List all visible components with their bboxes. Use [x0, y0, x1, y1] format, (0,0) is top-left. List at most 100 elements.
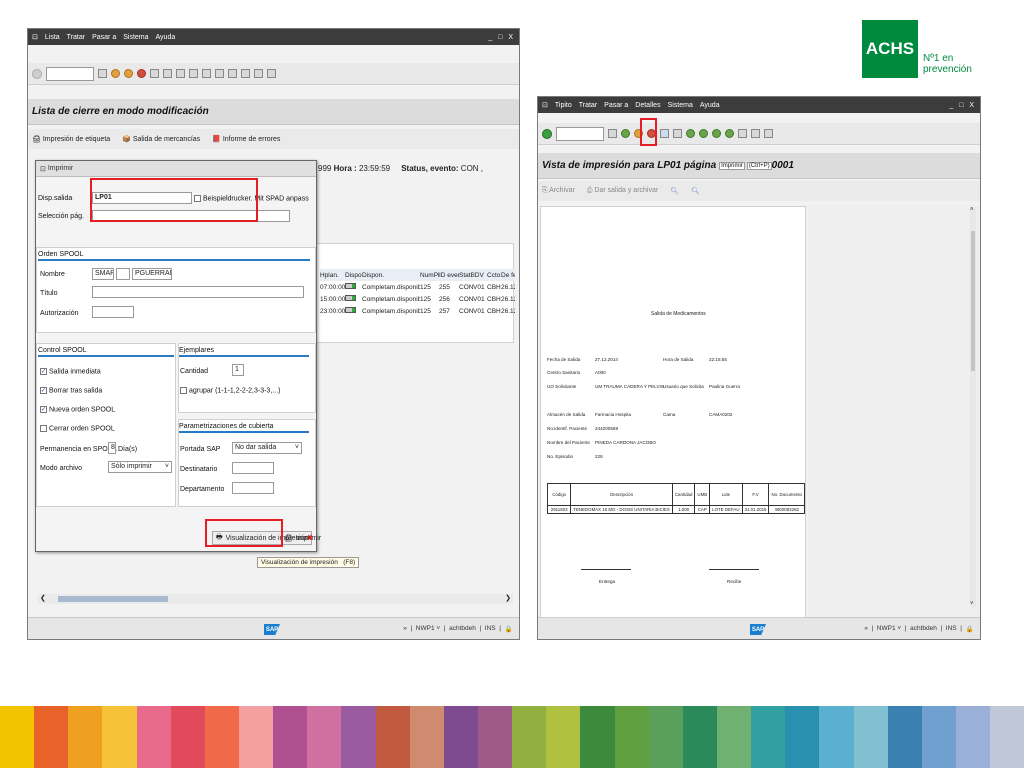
- table-row[interactable]: 07:00:00 Completam.disponible 125 255 CO…: [320, 281, 515, 293]
- help-icon[interactable]: [267, 69, 276, 78]
- zoom-out-icon[interactable]: 🔍︎: [691, 187, 700, 195]
- scroll-right-arrow[interactable]: ❯: [505, 594, 511, 602]
- vertical-scrollbar[interactable]: ˄ ˅: [970, 207, 976, 607]
- delete-after-output-checkbox[interactable]: ✓ Borrar tras salida: [40, 387, 102, 394]
- first-page-icon[interactable]: [686, 129, 695, 138]
- command-field[interactable]: [46, 66, 94, 81]
- save-icon[interactable]: [98, 69, 107, 78]
- color-stripe: [34, 706, 69, 768]
- lock-icon[interactable]: 🔒: [505, 625, 513, 633]
- quantity-label: Cantidad: [180, 368, 209, 375]
- help-icon[interactable]: [764, 129, 773, 138]
- scroll-left-arrow[interactable]: ❮: [40, 594, 46, 602]
- enter-icon[interactable]: [542, 128, 552, 139]
- chevron-down-icon[interactable]: ˅: [295, 443, 299, 453]
- scroll-thumb[interactable]: [971, 231, 975, 371]
- find-next-icon[interactable]: [176, 69, 185, 78]
- preview-side-area: [808, 205, 980, 617]
- first-page-icon[interactable]: [189, 69, 198, 78]
- chevron-down-icon[interactable]: ˅: [165, 462, 169, 472]
- command-field[interactable]: [556, 126, 604, 141]
- table-row[interactable]: 15:00:00 Completam.disponible 125 256 CO…: [320, 293, 515, 305]
- checkbox-checked[interactable]: ✓: [40, 406, 47, 413]
- menu-lista[interactable]: Lista: [45, 34, 60, 41]
- cell-id-even: 257: [439, 307, 450, 315]
- print-icon[interactable]: [150, 69, 159, 78]
- window-controls[interactable]: _ □ X: [488, 34, 515, 41]
- save-icon[interactable]: [608, 129, 617, 138]
- horizontal-scrollbar[interactable]: ❮ ❯: [38, 594, 513, 604]
- checkbox-checked[interactable]: ✓: [40, 387, 47, 394]
- new-session-icon[interactable]: [241, 69, 250, 78]
- menu-tratar[interactable]: Tratar: [67, 34, 85, 41]
- zoom-in-icon[interactable]: 🔍︎: [670, 187, 679, 195]
- name-field-1[interactable]: SMART: [92, 268, 114, 280]
- scroll-down-arrow[interactable]: ˅: [970, 601, 974, 607]
- menu-sistema[interactable]: Sistema: [123, 34, 148, 41]
- lock-icon[interactable]: 🔒: [966, 625, 974, 633]
- menu-tipito[interactable]: Tipito: [555, 102, 572, 109]
- last-page-icon[interactable]: [725, 129, 734, 138]
- scroll-thumb[interactable]: [58, 596, 168, 602]
- scroll-up-arrow[interactable]: ˄: [970, 207, 974, 213]
- shortcut-icon[interactable]: [751, 129, 760, 138]
- goods-issue-button[interactable]: 📦 Salida de mercancías: [122, 135, 200, 143]
- table-row[interactable]: 23:00:00 Completam.disponible 125 257 CO…: [320, 305, 515, 317]
- department-field[interactable]: [232, 482, 274, 494]
- exit-icon[interactable]: [124, 69, 133, 78]
- color-stripe: [580, 706, 615, 768]
- prev-page-icon[interactable]: [699, 129, 708, 138]
- label-print-button[interactable]: 🖨 Impresión de etiqueta: [32, 135, 110, 143]
- immediate-output-checkbox[interactable]: ✓ Salida inmediata: [40, 368, 101, 375]
- recipient-field[interactable]: [232, 462, 274, 474]
- menu-pasar-a[interactable]: Pasar a: [92, 34, 116, 41]
- status-bar-text: » | NWP1 ˅ | achtbdeh | INS |: [403, 625, 501, 632]
- title-label: Título: [40, 290, 58, 297]
- checkbox-unchecked[interactable]: [40, 425, 47, 432]
- find-icon[interactable]: [673, 129, 682, 138]
- menu-pasar-a[interactable]: Pasar a: [604, 102, 628, 109]
- checkbox-unchecked[interactable]: [180, 387, 187, 394]
- color-stripe: [682, 706, 717, 768]
- sap-cover-select[interactable]: No dar salida ˅: [232, 442, 302, 454]
- print-button[interactable]: 🖨 Imprimir: [281, 531, 324, 545]
- cell-hplan: 07:00:00: [320, 283, 345, 291]
- authorization-field[interactable]: [92, 306, 134, 318]
- next-page-icon[interactable]: [712, 129, 721, 138]
- menu-tratar[interactable]: Tratar: [579, 102, 597, 109]
- menu-detalles[interactable]: Detalles: [635, 102, 660, 109]
- menu-ayuda[interactable]: Ayuda: [156, 34, 176, 41]
- output-archive-button[interactable]: ⎙ Dar salida y archivar: [587, 187, 658, 195]
- find-icon[interactable]: [163, 69, 172, 78]
- shortcut-icon[interactable]: [254, 69, 263, 78]
- next-page-icon[interactable]: [215, 69, 224, 78]
- cancel-icon[interactable]: [137, 69, 146, 78]
- checkbox-checked[interactable]: ✓: [40, 368, 47, 375]
- title-field[interactable]: [92, 286, 304, 298]
- back-icon[interactable]: [111, 69, 120, 78]
- prev-page-icon[interactable]: [202, 69, 211, 78]
- name-label: Nombre: [40, 271, 65, 278]
- cancel-button[interactable]: ✖: [304, 531, 316, 545]
- menu-sistema[interactable]: Sistema: [668, 102, 693, 109]
- last-page-icon[interactable]: [228, 69, 237, 78]
- new-spool-checkbox[interactable]: ✓ Nueva orden SPOOL: [40, 406, 115, 413]
- enter-icon[interactable]: [32, 68, 42, 79]
- error-report-button[interactable]: 📕 Informe de errores: [212, 135, 280, 143]
- print-icon[interactable]: [660, 129, 669, 138]
- retention-field[interactable]: 8: [108, 442, 116, 454]
- doc-label: UO Solicitante: [547, 384, 577, 389]
- quantity-field[interactable]: 1: [232, 364, 244, 376]
- new-session-icon[interactable]: [738, 129, 747, 138]
- back-icon[interactable]: [621, 129, 630, 138]
- archive-mode-select[interactable]: Sólo imprimir ˅: [108, 461, 172, 473]
- name-field-2[interactable]: [116, 268, 130, 280]
- color-stripe: [375, 706, 410, 768]
- group-copies-checkbox[interactable]: agrupar (1-1-1,2-2-2,3-3-3,...): [180, 387, 280, 394]
- name-field-3[interactable]: PGUERRAM: [132, 268, 172, 280]
- archive-button[interactable]: ⎘ Archivar: [542, 187, 575, 195]
- menu-ayuda[interactable]: Ayuda: [700, 102, 720, 109]
- window-controls[interactable]: _ □ X: [949, 102, 976, 109]
- hora-value: 23:59:59: [358, 164, 391, 173]
- close-spool-checkbox[interactable]: Cerrar orden SPOOL: [40, 425, 115, 432]
